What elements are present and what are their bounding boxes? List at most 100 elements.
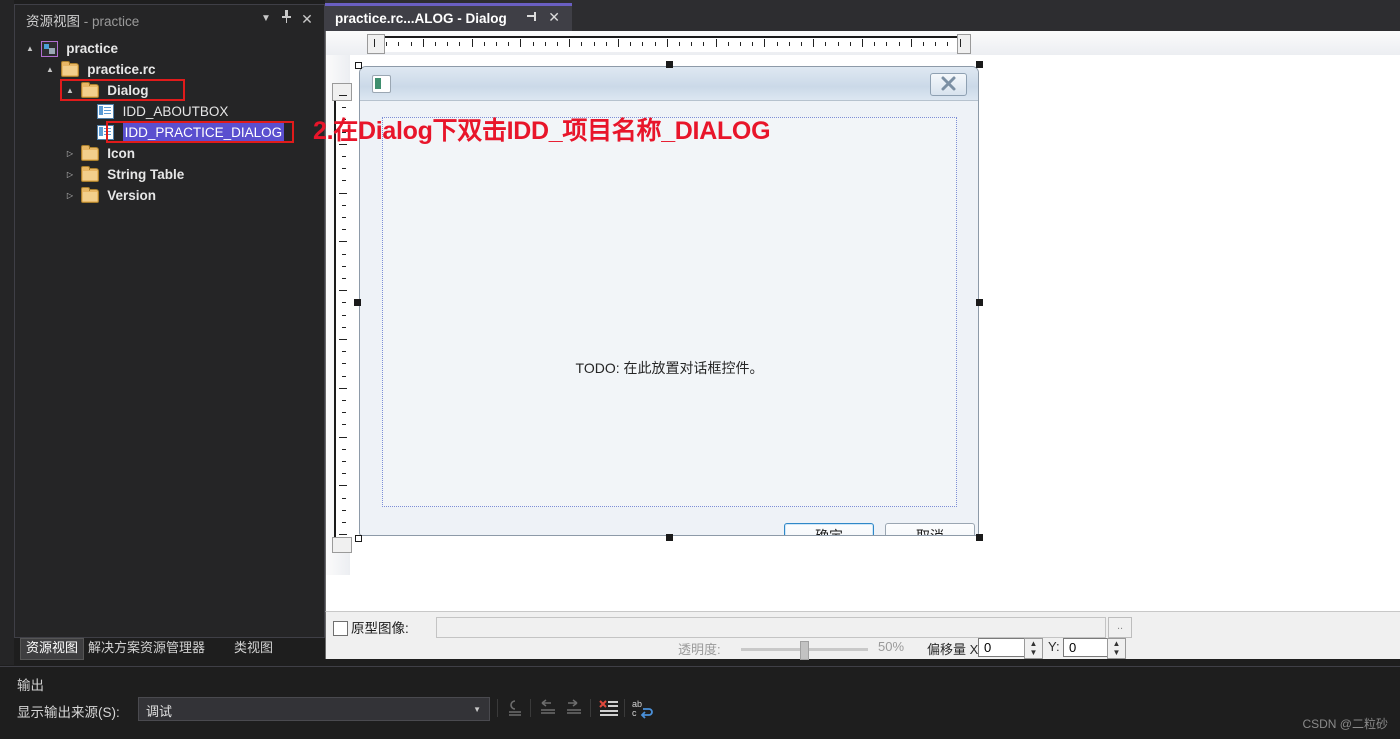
ruler-tick — [910, 39, 912, 47]
annotation-text: 2.在Dialog下双击IDD_项目名称_DIALOG — [313, 117, 771, 145]
resize-handle-bottom-center[interactable] — [666, 534, 673, 541]
document-tabstrip: practice.rc...ALOG - Dialog ✕ — [325, 0, 1400, 31]
prototype-image-path-input[interactable] — [436, 617, 1106, 638]
ruler-tick — [849, 42, 851, 46]
tab-solution-explorer[interactable]: 解决方案资源管理器 — [83, 638, 210, 658]
ruler-tick — [459, 42, 461, 46]
ruler-tick — [593, 42, 595, 46]
ruler-tick — [342, 424, 346, 426]
dialog-cancel-button[interactable]: 取消 — [885, 523, 975, 535]
ruler-tick — [508, 42, 510, 46]
twisty-icon[interactable]: ▷ — [63, 143, 77, 164]
alpha-slider-thumb[interactable] — [800, 641, 809, 660]
alpha-value-label: 50% — [878, 639, 905, 654]
output-panel-title: 输出 — [17, 678, 44, 693]
browse-button[interactable]: .. — [1108, 617, 1132, 638]
ruler-tick — [447, 42, 449, 46]
resource-tree[interactable]: ▲ practice ▲ practice.rc ▲ Dialog IDD_AB… — [15, 37, 324, 205]
tree-node-label: practice.rc — [87, 62, 156, 78]
ruler-tick — [342, 363, 346, 365]
prototype-image-checkbox[interactable] — [333, 621, 348, 636]
prototype-image-bar: 原型图像: .. 透明度: 50% 偏移量 X: 0 ▲ ▼ Y: 0 ▲ ▼ — [325, 611, 1400, 660]
tab-class-view[interactable]: 类视图 — [229, 638, 278, 658]
ruler-tick — [342, 351, 346, 353]
clear-all-icon[interactable] — [596, 697, 620, 719]
ruler-tick — [471, 39, 473, 47]
tree-node-idd-aboutbox[interactable]: IDD_ABOUTBOX — [15, 100, 324, 121]
tab-resource-view[interactable]: 资源视图 — [20, 638, 85, 660]
output-source-value: 调试 — [146, 704, 173, 719]
ruler-tick — [874, 42, 876, 46]
pin-icon[interactable] — [277, 10, 295, 28]
document-tab-practice-dialog[interactable]: practice.rc...ALOG - Dialog ✕ — [325, 3, 572, 31]
tree-node-idd-practice-dialog[interactable]: IDD_PRACTICE_DIALOG — [15, 121, 324, 144]
tree-node-dialog[interactable]: ▲ Dialog — [15, 79, 324, 100]
tree-node-string-table[interactable]: ▷ String Table — [15, 163, 324, 184]
tree-node-version[interactable]: ▷ Version — [15, 184, 324, 205]
twisty-icon[interactable]: ▷ — [63, 185, 77, 206]
vertical-ruler-bottom-cap[interactable] — [332, 537, 352, 553]
ruler-tick — [959, 39, 961, 47]
ruler-tick — [342, 461, 346, 462]
ruler-tick — [801, 42, 802, 46]
ruler-tick — [837, 42, 839, 46]
twisty-icon[interactable]: ▲ — [63, 80, 77, 101]
offset-y-stepper[interactable]: ▲ ▼ — [1107, 638, 1126, 659]
horizontal-ruler-left-cap[interactable] — [367, 34, 385, 54]
toolwindow-tabstrip: 资源视图 解决方案资源管理器 类视图 — [14, 638, 325, 660]
dialog-close-button[interactable] — [930, 73, 967, 96]
resource-view-header: 资源视图 - practice ▼ ✕ — [15, 5, 324, 31]
ruler-tick — [342, 229, 346, 231]
twisty-icon[interactable]: ▲ — [23, 38, 37, 59]
toolbar-separator — [497, 699, 498, 717]
clear-output-icon[interactable] — [503, 697, 527, 719]
resize-handle-top-center[interactable] — [666, 61, 673, 68]
pin-icon[interactable] — [527, 11, 538, 25]
offset-x-input[interactable]: 0 — [978, 638, 1030, 657]
tree-node-practice[interactable]: ▲ practice — [15, 37, 324, 58]
ruler-tick — [666, 39, 668, 47]
resize-handle-top-left[interactable] — [355, 62, 362, 69]
resize-handle-middle-left[interactable] — [354, 299, 361, 306]
offset-x-stepper[interactable]: ▲ ▼ — [1024, 638, 1043, 659]
collapsed-toolwindow-strip[interactable]: 工具箱 — [0, 0, 40, 665]
ruler-tick — [654, 42, 656, 46]
dialog-client-area[interactable]: TODO: 在此放置对话框控件。 确定 取消 — [382, 117, 975, 535]
close-icon[interactable]: ✕ — [298, 10, 316, 28]
close-icon[interactable]: ✕ — [548, 9, 560, 26]
dialog-titlebar — [360, 67, 978, 101]
ruler-tick — [679, 42, 680, 46]
output-source-select[interactable]: 调试 ▼ — [138, 697, 490, 721]
twisty-icon[interactable]: ▷ — [63, 164, 77, 185]
ruler-tick — [342, 448, 346, 450]
ruler-tick — [339, 534, 347, 536]
ruler-tick — [398, 42, 400, 46]
resize-handle-top-right[interactable] — [976, 61, 983, 68]
alpha-label: 透明度: — [678, 642, 721, 657]
tree-node-label: Version — [107, 188, 157, 204]
toolbar-separator — [530, 699, 531, 717]
ruler-tick — [339, 241, 347, 243]
word-wrap-icon[interactable]: ab c — [630, 697, 654, 719]
navigate-previous-icon[interactable] — [536, 697, 560, 719]
tree-node-label: Icon — [107, 146, 136, 162]
vertical-ruler-top-cap[interactable] — [332, 83, 352, 101]
ruler-tick — [703, 42, 705, 46]
ruler-tick — [339, 485, 347, 487]
tree-node-practice-rc[interactable]: ▲ practice.rc — [15, 58, 324, 79]
resize-handle-middle-right[interactable] — [976, 299, 983, 306]
ruler-tick — [947, 42, 949, 46]
toolbar-separator — [624, 699, 625, 717]
twisty-icon[interactable]: ▲ — [43, 59, 57, 80]
resize-handle-bottom-right[interactable] — [976, 534, 983, 541]
tree-node-icon[interactable]: ▷ Icon — [15, 142, 324, 163]
ruler-tick — [605, 42, 607, 46]
ruler-tick — [342, 400, 346, 401]
dialog-ok-button[interactable]: 确定 — [784, 523, 874, 535]
ruler-tick — [342, 497, 346, 499]
resize-handle-bottom-left[interactable] — [355, 535, 362, 542]
ruler-tick — [618, 39, 619, 47]
navigate-next-icon[interactable] — [562, 697, 586, 719]
chevron-down-icon: ▼ — [473, 705, 481, 714]
chevron-down-icon[interactable]: ▼ — [257, 10, 275, 28]
